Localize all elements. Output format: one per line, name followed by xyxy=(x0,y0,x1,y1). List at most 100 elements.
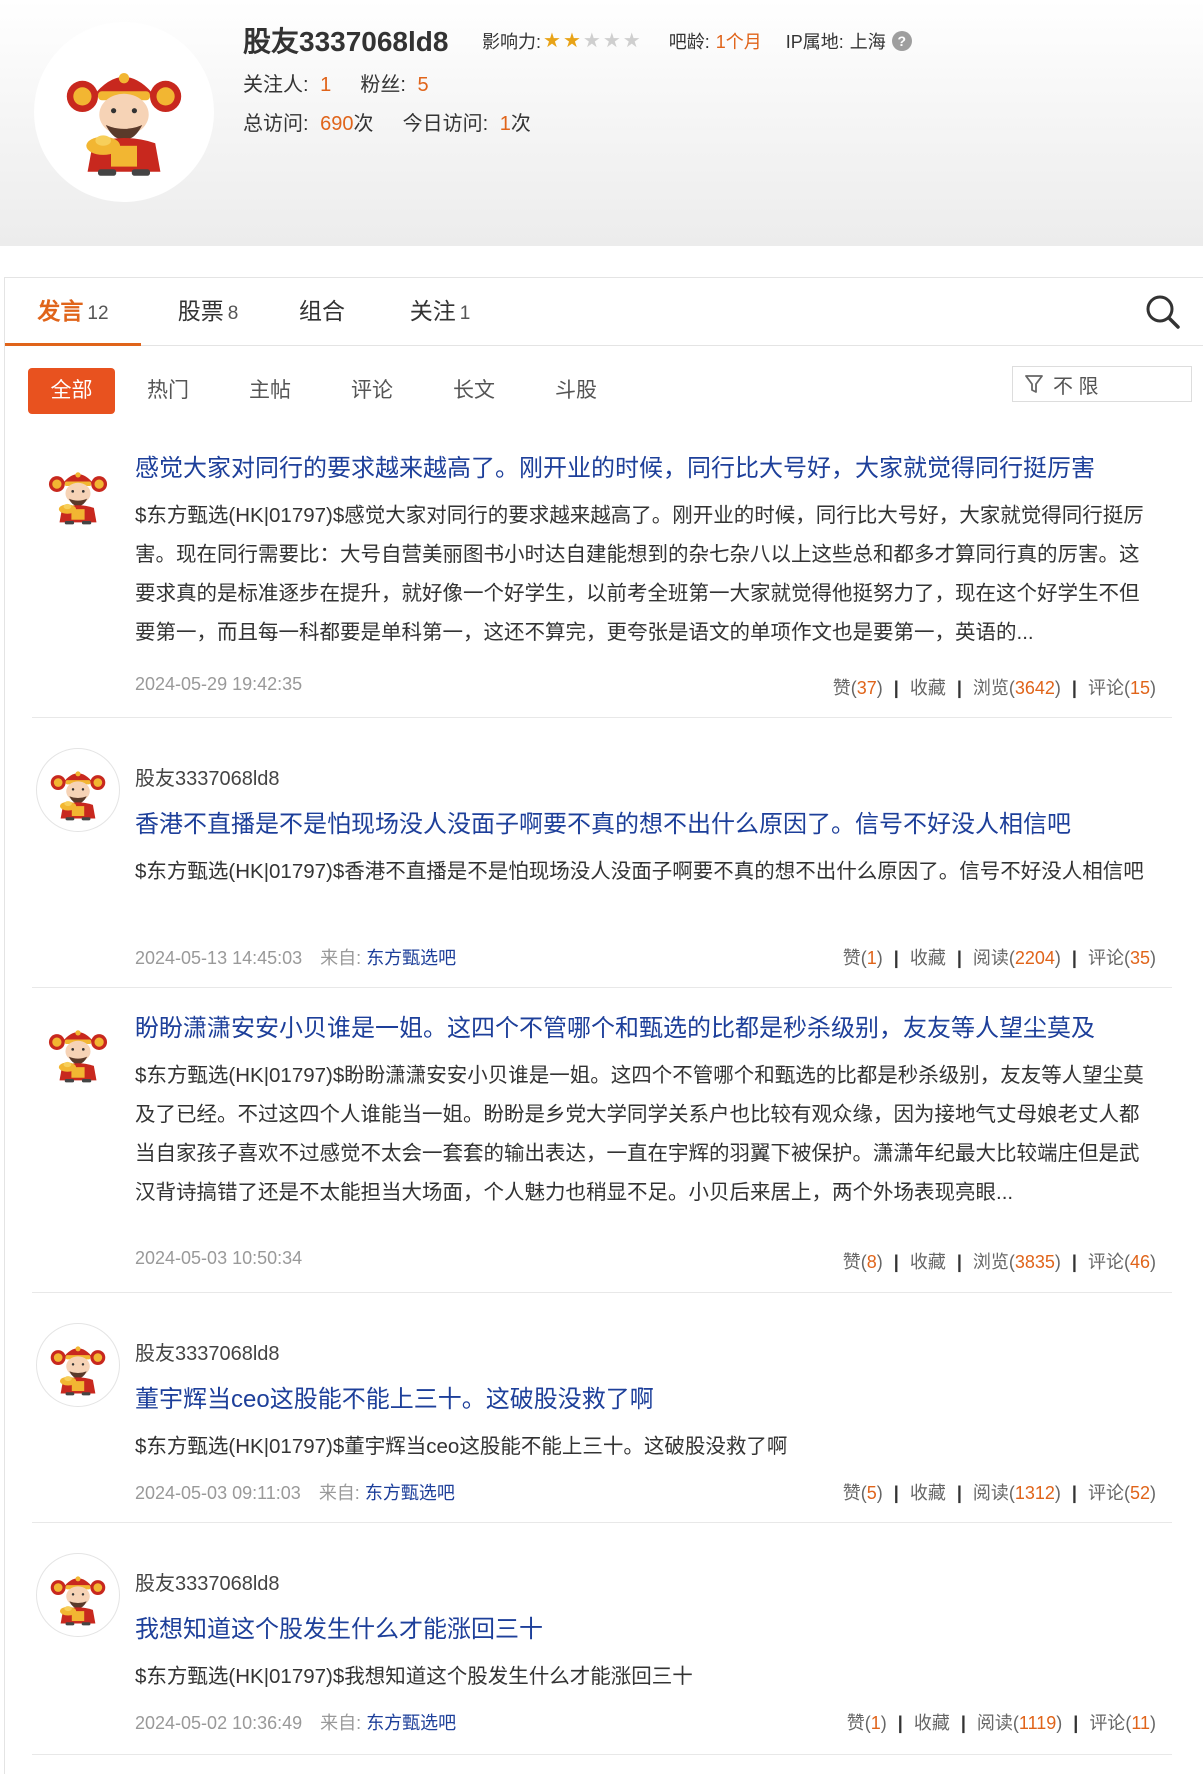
like-button[interactable]: 赞(37) xyxy=(833,678,883,698)
post-item: 股友3337068ld8 我想知道这个股发生什么才能涨回三十 $东方甄选(HK|… xyxy=(32,1523,1172,1755)
source-link[interactable]: 东方甄选吧 xyxy=(366,1713,456,1733)
fans-label: 粉丝: xyxy=(360,74,406,96)
post-time: 2024-05-03 09:11:03 xyxy=(135,1483,301,1503)
post-avatar[interactable] xyxy=(36,1323,120,1407)
tab-bar: 发言 12 股票 8 组合 关注 1 xyxy=(5,278,1203,346)
post-avatar[interactable] xyxy=(36,748,120,832)
post-title[interactable]: 感觉大家对同行的要求越来越高了。刚开业的时候，同行比大号好，大家就觉得同行挺厉害 xyxy=(135,448,1095,483)
star-filled-icon: ★ xyxy=(562,30,581,52)
favorite-button[interactable]: 收藏 xyxy=(910,1252,946,1272)
post-author[interactable]: 股友3337068ld8 xyxy=(135,1337,280,1366)
avatar[interactable] xyxy=(34,22,214,202)
total-visits-label: 总访问: xyxy=(243,113,309,135)
like-button[interactable]: 赞(1) xyxy=(843,948,883,968)
username: 股友3337068ld8 xyxy=(243,26,449,57)
post-avatar[interactable] xyxy=(36,1553,120,1637)
source-label: 来自: xyxy=(320,1713,362,1733)
source-link[interactable]: 东方甄选吧 xyxy=(366,948,456,968)
filter-funnel-icon xyxy=(1025,375,1043,393)
post-body[interactable]: $东方甄选(HK|01797)$盼盼潇潇安安小贝谁是一姐。这四个不管哪个和甄选的… xyxy=(135,1056,1155,1212)
filter-hot[interactable]: 热门 xyxy=(133,368,203,414)
views-stat: 阅读(1312) xyxy=(972,1483,1061,1503)
post-avatar[interactable] xyxy=(36,450,120,534)
tab-count: 12 xyxy=(87,303,109,324)
post-time: 2024-05-03 10:50:34 xyxy=(135,1248,303,1268)
star-filled-icon: ★ xyxy=(543,30,561,52)
tab-posts[interactable]: 发言 12 xyxy=(5,278,141,346)
like-button[interactable]: 赞(8) xyxy=(843,1252,883,1272)
views-stat: 阅读(1119) xyxy=(976,1713,1063,1733)
post-stats: 赞(1) | 收藏 | 阅读(2204) | 评论(35) xyxy=(842,948,1156,968)
comment-button[interactable]: 评论(52) xyxy=(1088,1483,1156,1503)
post-body[interactable]: $东方甄选(HK|01797)$感觉大家对同行的要求越来越高了。刚开业的时候，同… xyxy=(135,496,1155,652)
tab-label: 关注 xyxy=(409,298,456,324)
filter-long[interactable]: 长文 xyxy=(439,368,509,414)
post-stats: 赞(37) | 收藏 | 浏览(3642) | 评论(15) xyxy=(832,678,1156,698)
caishen-avatar-icon xyxy=(48,472,108,525)
comment-button[interactable]: 评论(15) xyxy=(1088,678,1156,698)
post-body[interactable]: $东方甄选(HK|01797)$我想知道这个股发生什么才能涨回三十 xyxy=(135,1657,1155,1696)
influence-label: 影响力: xyxy=(482,32,542,52)
like-button[interactable]: 赞(5) xyxy=(843,1483,883,1503)
comment-button[interactable]: 评论(11) xyxy=(1089,1713,1156,1733)
filter-main[interactable]: 主帖 xyxy=(235,368,305,414)
ip-label: IP属地: xyxy=(785,32,844,52)
post-author[interactable]: 股友3337068ld8 xyxy=(135,1567,280,1596)
post-body[interactable]: $东方甄选(HK|01797)$董宇辉当ceo这股能不能上三十。这破股没救了啊 xyxy=(135,1427,1155,1466)
post-body[interactable]: $东方甄选(HK|01797)$香港不直播是不是怕现场没人没面子啊要不真的想不出… xyxy=(135,852,1155,891)
favorite-button[interactable]: 收藏 xyxy=(910,948,946,968)
views-stat: 浏览(3642) xyxy=(972,678,1061,698)
search-icon[interactable] xyxy=(1143,292,1183,332)
ba-age-label: 吧龄: xyxy=(668,32,710,52)
caishen-avatar-icon xyxy=(50,1576,106,1626)
post-title[interactable]: 我想知道这个股发生什么才能涨回三十 xyxy=(135,1609,543,1644)
post-avatar[interactable] xyxy=(36,1008,120,1092)
following-count[interactable]: 1 xyxy=(320,74,331,96)
post-item: 股友3337068ld8 香港不直播是不是怕现场没人没面子啊要不真的想不出什么原… xyxy=(32,718,1172,988)
profile-meta: 影响力: ★ ★ ★ ★ ★ 吧龄: 1个月 IP属地: 上海 ? xyxy=(482,28,912,54)
visit-stats: 总访问: 690次 今日访问: 1次 xyxy=(243,107,531,136)
source-link[interactable]: 东方甄选吧 xyxy=(365,1483,455,1503)
post-item: 股友3337068ld8 董宇辉当ceo这股能不能上三十。这破股没救了啊 $东方… xyxy=(32,1293,1172,1523)
filter-comment[interactable]: 评论 xyxy=(337,368,407,414)
comment-button[interactable]: 评论(46) xyxy=(1088,1252,1156,1272)
filter-all[interactable]: 全部 xyxy=(28,368,115,414)
favorite-button[interactable]: 收藏 xyxy=(914,1713,950,1733)
today-visits-label: 今日访问: xyxy=(402,113,489,135)
tab-count: 1 xyxy=(459,303,471,324)
post-item: 感觉大家对同行的要求越来越高了。刚开业的时候，同行比大号好，大家就觉得同行挺厉害… xyxy=(32,430,1172,718)
total-visits-value: 690 xyxy=(320,113,354,135)
caishen-avatar-icon xyxy=(48,1030,108,1083)
star-empty-icon: ★ xyxy=(622,30,641,52)
tab-portfolio[interactable]: 组合 xyxy=(277,278,367,346)
filter-dougu[interactable]: 斗股 xyxy=(541,368,611,414)
post-time: 2024-05-13 14:45:03 xyxy=(135,948,303,968)
post-author[interactable]: 股友3337068ld8 xyxy=(135,762,280,791)
follow-stats: 关注人: 1 粉丝: 5 xyxy=(243,68,429,97)
post-title[interactable]: 董宇辉当ceo这股能不能上三十。这破股没救了啊 xyxy=(135,1379,654,1414)
influence-stars: ★ ★ ★ ★ ★ xyxy=(543,31,643,51)
post-time: 2024-05-02 10:36:49 xyxy=(135,1713,303,1733)
caishen-avatar-icon xyxy=(50,771,106,821)
help-icon[interactable]: ? xyxy=(891,31,912,51)
comment-button[interactable]: 评论(35) xyxy=(1088,948,1156,968)
following-label: 关注人: xyxy=(243,74,309,96)
scope-filter-dropdown[interactable]: 不 限 xyxy=(1012,366,1192,402)
post-stats: 赞(8) | 收藏 | 浏览(3835) | 评论(46) xyxy=(842,1252,1156,1272)
today-visits-value: 1 xyxy=(499,113,511,135)
post-title[interactable]: 香港不直播是不是怕现场没人没面子啊要不真的想不出什么原因了。信号不好没人相信吧 xyxy=(135,804,1071,839)
ba-age-value: 1个月 xyxy=(715,32,762,52)
tab-label: 发言 xyxy=(37,298,84,324)
views-stat: 浏览(3835) xyxy=(972,1252,1061,1272)
favorite-button[interactable]: 收藏 xyxy=(910,678,946,698)
visits-unit: 次 xyxy=(353,113,374,135)
visits-unit: 次 xyxy=(510,113,531,135)
tab-stocks[interactable]: 股票 8 xyxy=(153,278,263,346)
post-title[interactable]: 盼盼潇潇安安小贝谁是一姐。这四个不管哪个和甄选的比都是秒杀级别，友友等人望尘莫及 xyxy=(135,1008,1095,1043)
post-meta: 2024-05-02 10:36:49 来自: 东方甄选吧 xyxy=(135,1709,456,1735)
favorite-button[interactable]: 收藏 xyxy=(910,1483,946,1503)
tab-following[interactable]: 关注 1 xyxy=(385,278,495,346)
fans-count[interactable]: 5 xyxy=(418,74,429,96)
like-button[interactable]: 赞(1) xyxy=(847,1713,887,1733)
source-label: 来自: xyxy=(318,1483,360,1503)
